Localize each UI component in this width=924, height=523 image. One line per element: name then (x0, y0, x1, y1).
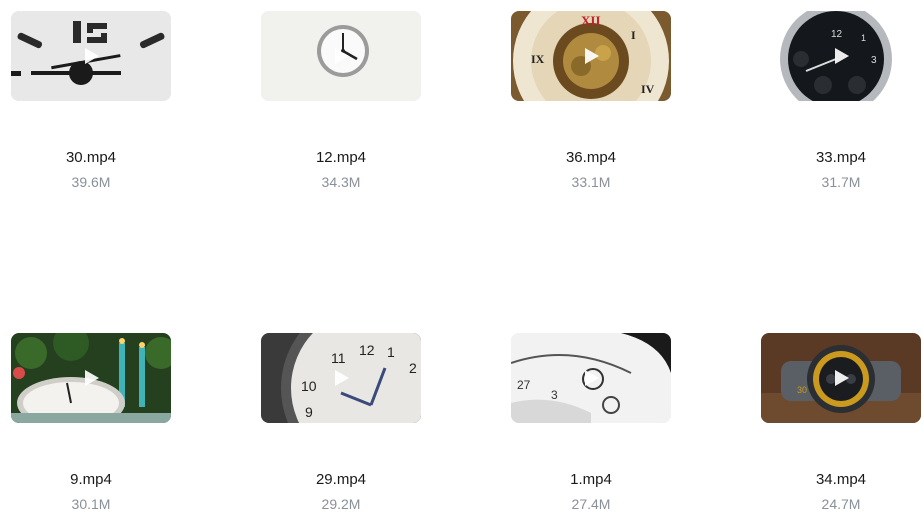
play-icon[interactable] (81, 368, 101, 388)
video-item[interactable]: 9.mp4 30.1M (11, 333, 171, 513)
video-filename: 12.mp4 (315, 149, 367, 166)
svg-text:3: 3 (871, 55, 877, 66)
svg-text:10: 10 (301, 378, 317, 394)
video-thumbnail[interactable] (261, 11, 421, 101)
video-thumbnail[interactable] (11, 11, 171, 101)
video-thumbnail[interactable]: 12 1 11 10 9 2 (261, 333, 421, 423)
video-item[interactable]: 27 3 1.mp4 27.4M (511, 333, 671, 513)
video-filename: 29.mp4 (315, 471, 367, 488)
video-filesize: 24.7M (821, 496, 861, 512)
video-filename: 36.mp4 (565, 149, 617, 166)
video-filename: 34.mp4 (815, 471, 867, 488)
svg-text:IX: IX (531, 52, 545, 66)
video-filesize: 39.6M (71, 174, 111, 190)
svg-text:2: 2 (409, 360, 417, 376)
svg-text:IV: IV (641, 82, 655, 96)
svg-text:27: 27 (517, 378, 531, 392)
video-item[interactable]: 30 34.mp4 24.7M (761, 333, 921, 513)
video-filename: 1.mp4 (570, 471, 612, 488)
video-item[interactable]: 12 1 11 10 9 2 29.mp4 29.2M (261, 333, 421, 513)
svg-text:3: 3 (551, 388, 558, 402)
video-filesize: 29.2M (321, 496, 361, 512)
video-thumbnail[interactable]: 30 (761, 333, 921, 423)
svg-text:12: 12 (831, 29, 843, 40)
video-thumbnail[interactable]: 27 3 (511, 333, 671, 423)
video-filesize: 33.1M (571, 174, 611, 190)
svg-text:30: 30 (797, 385, 807, 395)
video-filename: 9.mp4 (70, 471, 112, 488)
svg-text:12: 12 (359, 342, 375, 358)
video-filesize: 31.7M (821, 174, 861, 190)
video-filesize: 27.4M (571, 496, 611, 512)
svg-text:1: 1 (387, 344, 395, 360)
play-icon[interactable] (831, 368, 851, 388)
play-icon[interactable] (331, 368, 351, 388)
video-filesize: 34.3M (321, 174, 361, 190)
svg-text:I: I (631, 28, 636, 42)
video-item[interactable]: 12 3 1 33.mp4 31.7M (761, 11, 921, 191)
video-filename: 33.mp4 (815, 149, 867, 166)
play-icon[interactable] (581, 46, 601, 66)
svg-text:11: 11 (331, 350, 346, 366)
video-filesize: 30.1M (71, 496, 111, 512)
play-icon[interactable] (831, 46, 851, 66)
svg-text:XII: XII (581, 13, 601, 28)
svg-text:9: 9 (305, 404, 313, 420)
play-icon[interactable] (81, 46, 101, 66)
play-icon[interactable] (331, 46, 351, 66)
video-grid: 30.mp4 39.6M 12.mp4 34.3M XII IX IV I 36… (0, 0, 924, 523)
video-thumbnail[interactable]: 12 3 1 (761, 11, 921, 101)
video-filename: 30.mp4 (65, 149, 117, 166)
video-item[interactable]: 12.mp4 34.3M (261, 11, 421, 191)
svg-text:1: 1 (861, 33, 866, 43)
video-item[interactable]: 30.mp4 39.6M (11, 11, 171, 191)
play-icon[interactable] (581, 368, 601, 388)
video-thumbnail[interactable]: XII IX IV I (511, 11, 671, 101)
video-item[interactable]: XII IX IV I 36.mp4 33.1M (511, 11, 671, 191)
video-thumbnail[interactable] (11, 333, 171, 423)
